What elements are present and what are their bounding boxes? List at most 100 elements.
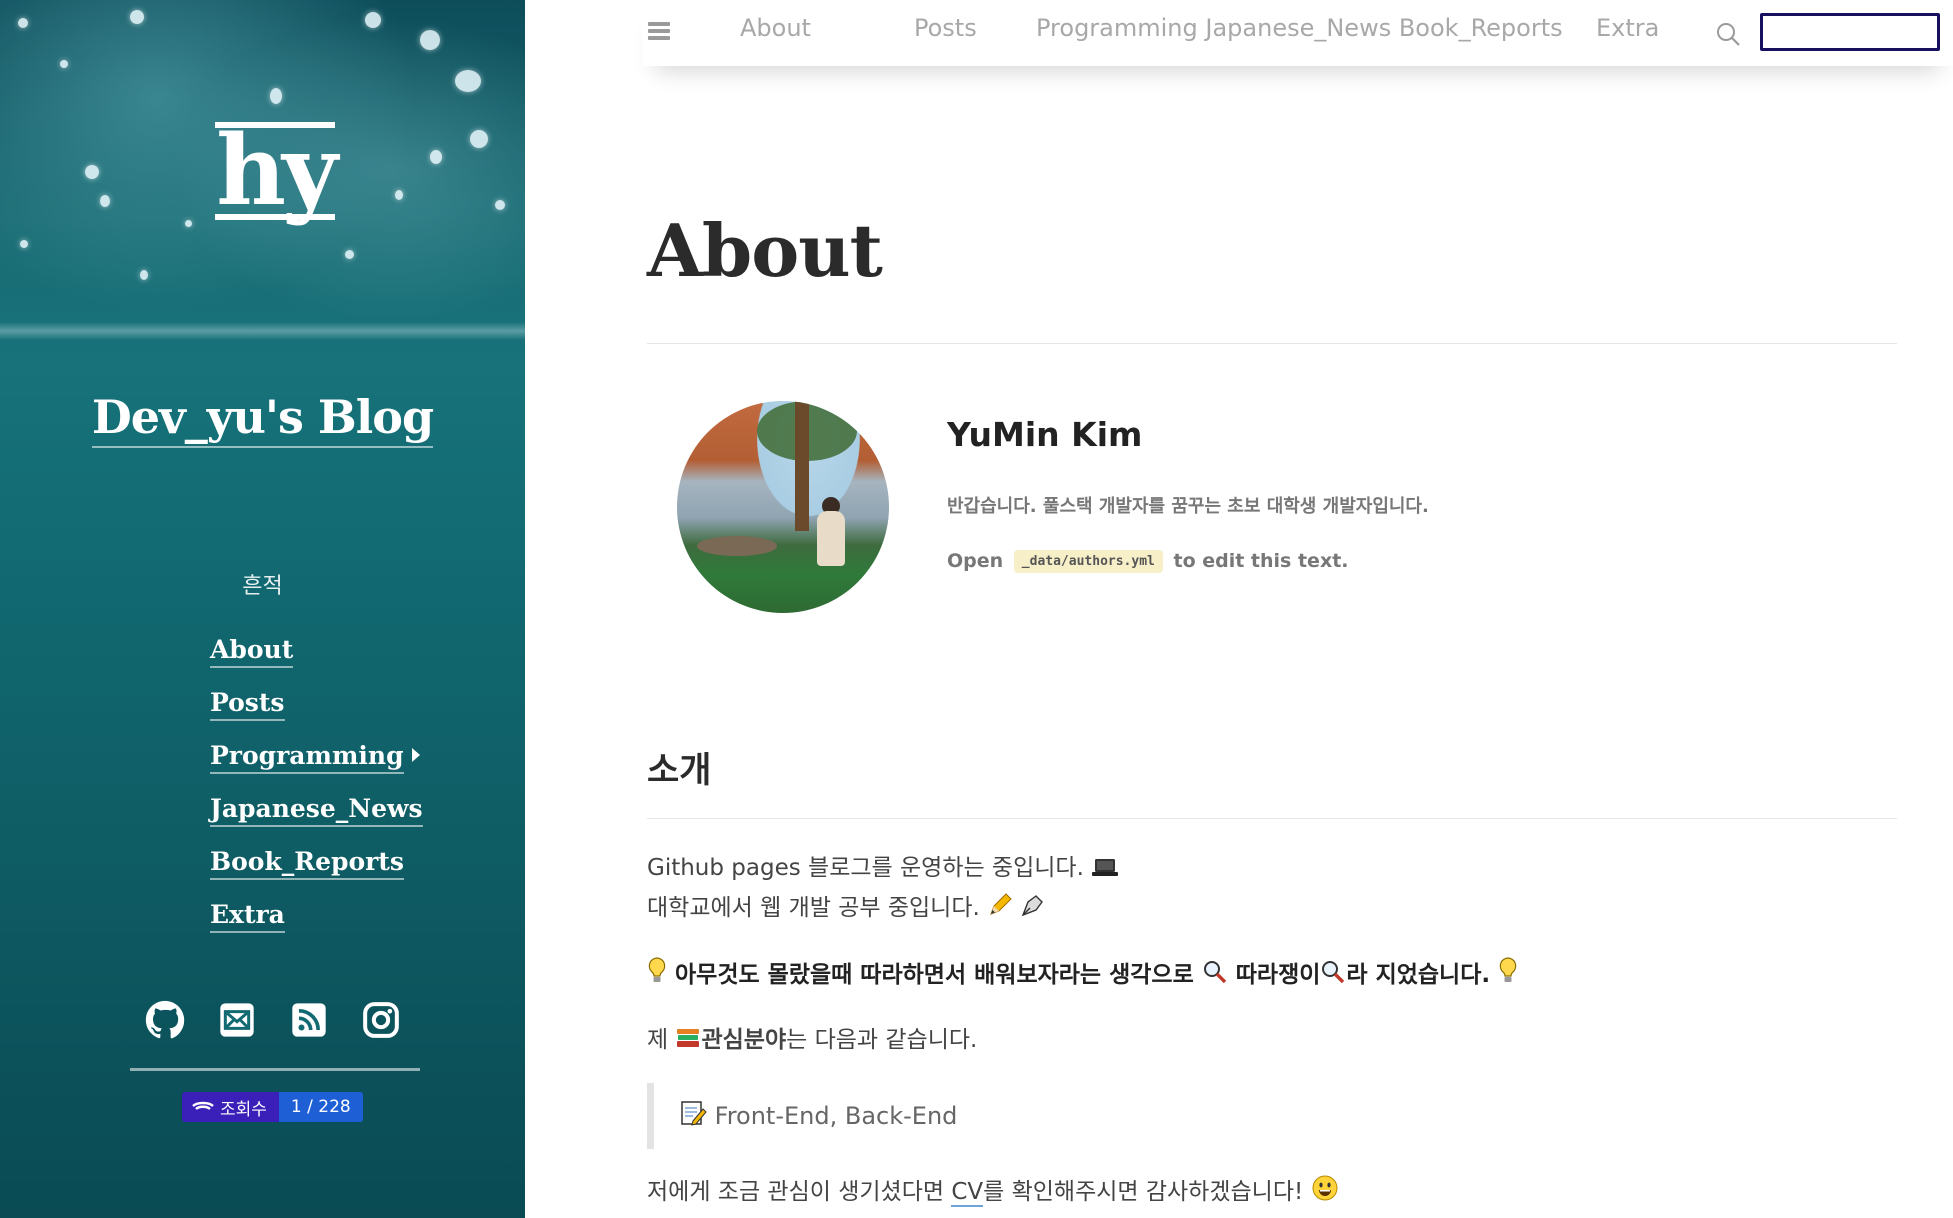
- title-divider: [647, 343, 1897, 344]
- bubble-decoration: [395, 190, 403, 200]
- sidebar-nav: About Posts Programming Japanese_News Bo…: [210, 630, 423, 948]
- logo-bar: [215, 122, 335, 128]
- hits-count: 1 / 228: [290, 1097, 351, 1117]
- search-input[interactable]: [1760, 13, 1940, 51]
- topnav-categories[interactable]: Programming Japanese_News Book_Reports: [1036, 14, 1563, 42]
- intro-text-emphasis: 관심분야: [701, 1027, 787, 1053]
- bubble-decoration: [345, 250, 354, 259]
- email-icon[interactable]: [217, 1000, 257, 1040]
- bubble-decoration: [85, 165, 99, 179]
- page-title: About: [647, 208, 883, 293]
- author-name: YuMin Kim: [947, 415, 1143, 454]
- topnav-extra[interactable]: Extra: [1596, 14, 1659, 42]
- laptop-icon: [1092, 859, 1119, 876]
- intro-line-2: 대학교에서 웹 개발 공부 중입니다.: [647, 888, 1046, 922]
- search-icon[interactable]: [1714, 20, 1742, 48]
- intro-text: 는 다음과 같습니다.: [786, 1027, 978, 1053]
- hamburger-icon[interactable]: [648, 22, 670, 40]
- intro-text: 대학교에서 웹 개발 공부 중입니다.: [647, 895, 980, 921]
- books-icon: [677, 1029, 700, 1047]
- logo-text: hy: [216, 114, 338, 227]
- topnav-about[interactable]: About: [740, 14, 811, 42]
- avatar-table: [697, 536, 777, 556]
- intro-text: 아무것도 몰랐을때 따라하면서 배워보자라는 생각으로: [675, 962, 1194, 988]
- hits-badge: 조회수 1 / 228: [182, 1092, 363, 1122]
- bubble-decoration: [100, 195, 110, 207]
- smiley-icon: [1312, 1175, 1338, 1201]
- social-links: [145, 1000, 405, 1046]
- intro-text: 저에게 조금 관심이 생기셨다면: [647, 1179, 945, 1205]
- lightbulb-icon: [648, 957, 666, 982]
- lightbulb-icon: [1499, 957, 1517, 982]
- sidebar-item-label: Book_Reports: [210, 847, 404, 880]
- bubble-decoration: [495, 200, 505, 210]
- intro-text: 라 지었습니다.: [1346, 962, 1491, 988]
- rss-icon[interactable]: [289, 1000, 329, 1040]
- bubble-decoration: [420, 30, 440, 50]
- blog-title-text: Dev_yu's Blog: [91, 390, 434, 448]
- caret-right-icon: [411, 748, 420, 762]
- logo-bar: [215, 214, 335, 220]
- sidebar-divider: [130, 1068, 420, 1071]
- interest-text: Front-End, Back-End: [714, 1102, 958, 1130]
- sidebar-item-label: About: [210, 635, 294, 668]
- intro-line-4: 제 관심분야는 다음과 같습니다.: [647, 1020, 977, 1054]
- intro-text: 를 확인해주시면 감사하겠습니다!: [983, 1179, 1304, 1205]
- topnav-posts[interactable]: Posts: [914, 14, 977, 42]
- edit-hint-suffix: to edit this text.: [1173, 550, 1349, 572]
- sidebar: hy Dev_yu's Blog 흔적 About Posts Programm…: [0, 0, 525, 1218]
- magnifier-icon: [1322, 961, 1345, 984]
- sidebar-item-label: Posts: [210, 688, 285, 721]
- section-heading: 소개: [647, 751, 712, 791]
- bubble-decoration: [430, 150, 442, 164]
- edit-hint-prefix: Open: [947, 550, 1004, 572]
- fountain-pen-icon: [1022, 895, 1044, 917]
- blog-title[interactable]: Dev_yu's Blog: [0, 390, 525, 448]
- avatar-palm-trunk: [795, 401, 809, 531]
- pencil-icon: [990, 893, 1012, 915]
- sidebar-item-posts[interactable]: Posts: [210, 683, 423, 736]
- bubble-decoration: [185, 220, 192, 227]
- bubble-decoration: [20, 240, 28, 248]
- avatar-person-body: [817, 511, 845, 566]
- top-navbar: About Posts Programming Japanese_News Bo…: [642, 0, 1953, 66]
- intro-line-3: 아무것도 몰랐을때 따라하면서 배워보자라는 생각으로 따라쟁이 라 지었습니다…: [647, 955, 1518, 989]
- intro-line-1: Github pages 블로그를 운영하는 중입니다.: [647, 848, 1119, 882]
- bubble-decoration: [130, 10, 144, 24]
- bubble-decoration: [470, 130, 488, 148]
- sidebar-item-book-reports[interactable]: Book_Reports: [210, 842, 423, 895]
- memo-icon: [681, 1101, 707, 1126]
- sidebar-item-programming[interactable]: Programming: [210, 736, 423, 789]
- section-divider: [647, 818, 1897, 819]
- author-edit-hint: Open _data/authors.yml to edit this text…: [947, 550, 1349, 573]
- intro-text: 제: [647, 1027, 669, 1053]
- hits-label-box: 조회수: [182, 1092, 279, 1122]
- cv-link[interactable]: CV: [951, 1179, 984, 1207]
- water-surface: [0, 322, 525, 340]
- bubble-decoration: [60, 60, 68, 68]
- sidebar-item-japanese-news[interactable]: Japanese_News: [210, 789, 423, 842]
- hits-count-box: 1 / 228: [278, 1092, 363, 1122]
- signal-icon: [192, 1101, 214, 1110]
- authors-file-code: _data/authors.yml: [1013, 550, 1163, 573]
- sidebar-item-label: Programming: [210, 741, 404, 774]
- magnifier-icon: [1203, 961, 1226, 984]
- author-avatar: [677, 401, 889, 613]
- author-bio: 반갑습니다. 풀스택 개발자를 꿈꾸는 초보 대학생 개발자입니다.: [947, 496, 1429, 517]
- bubble-decoration: [140, 270, 148, 280]
- hits-label: 조회수: [220, 1099, 267, 1120]
- blog-logo[interactable]: hy: [205, 112, 345, 230]
- bubble-decoration: [18, 18, 28, 28]
- sidebar-item-about[interactable]: About: [210, 630, 423, 683]
- interest-blockquote: Front-End, Back-End: [647, 1083, 1347, 1149]
- intro-text-nickname: 따라쟁이: [1235, 962, 1321, 988]
- sidebar-item-label: Extra: [210, 900, 285, 933]
- intro-text: Github pages 블로그를 운영하는 중입니다.: [647, 855, 1084, 881]
- github-icon[interactable]: [145, 1000, 185, 1040]
- sidebar-item-label: Japanese_News: [210, 794, 423, 827]
- bubble-decoration: [270, 88, 282, 104]
- instagram-icon[interactable]: [361, 1000, 401, 1040]
- sidebar-item-extra[interactable]: Extra: [210, 895, 423, 948]
- intro-line-5: 저에게 조금 관심이 생기셨다면 CV를 확인해주시면 감사하겠습니다!: [647, 1172, 1339, 1207]
- bubble-decoration: [365, 12, 381, 28]
